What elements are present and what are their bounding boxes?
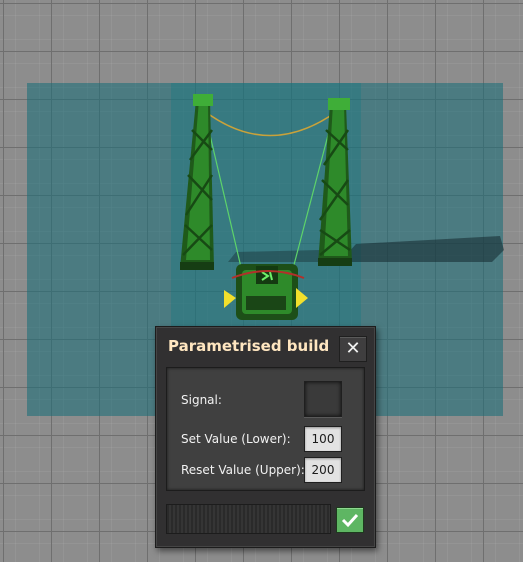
set-value-field[interactable]: 100 [304,426,342,452]
checkmark-icon [341,513,359,528]
combinator [224,264,308,320]
copper-wire [202,109,337,137]
close-button[interactable]: ✕ [339,336,367,362]
close-icon: ✕ [345,338,361,359]
power-pole-right [318,98,352,266]
dialog-footer-drag-bar [166,504,331,534]
confirm-button[interactable] [336,507,364,533]
output-arrow-icon [296,288,308,308]
reset-value-field[interactable]: 200 [304,457,342,483]
power-pole-left [180,94,214,270]
parametrised-build-dialog: Parametrised build ✕ Signal: Set Value (… [155,326,376,548]
parameters-pane: Signal: Set Value (Lower): 100 Reset Val… [166,367,365,491]
signal-selector[interactable] [304,381,342,417]
tower-shadow [340,236,504,262]
reset-value-label: Reset Value (Upper): [181,463,305,477]
signal-label: Signal: [181,393,222,407]
input-arrow-icon [224,290,236,308]
set-value-label: Set Value (Lower): [181,432,291,446]
dialog-title: Parametrised build [168,337,330,355]
tower-shadow-2 [228,250,324,262]
